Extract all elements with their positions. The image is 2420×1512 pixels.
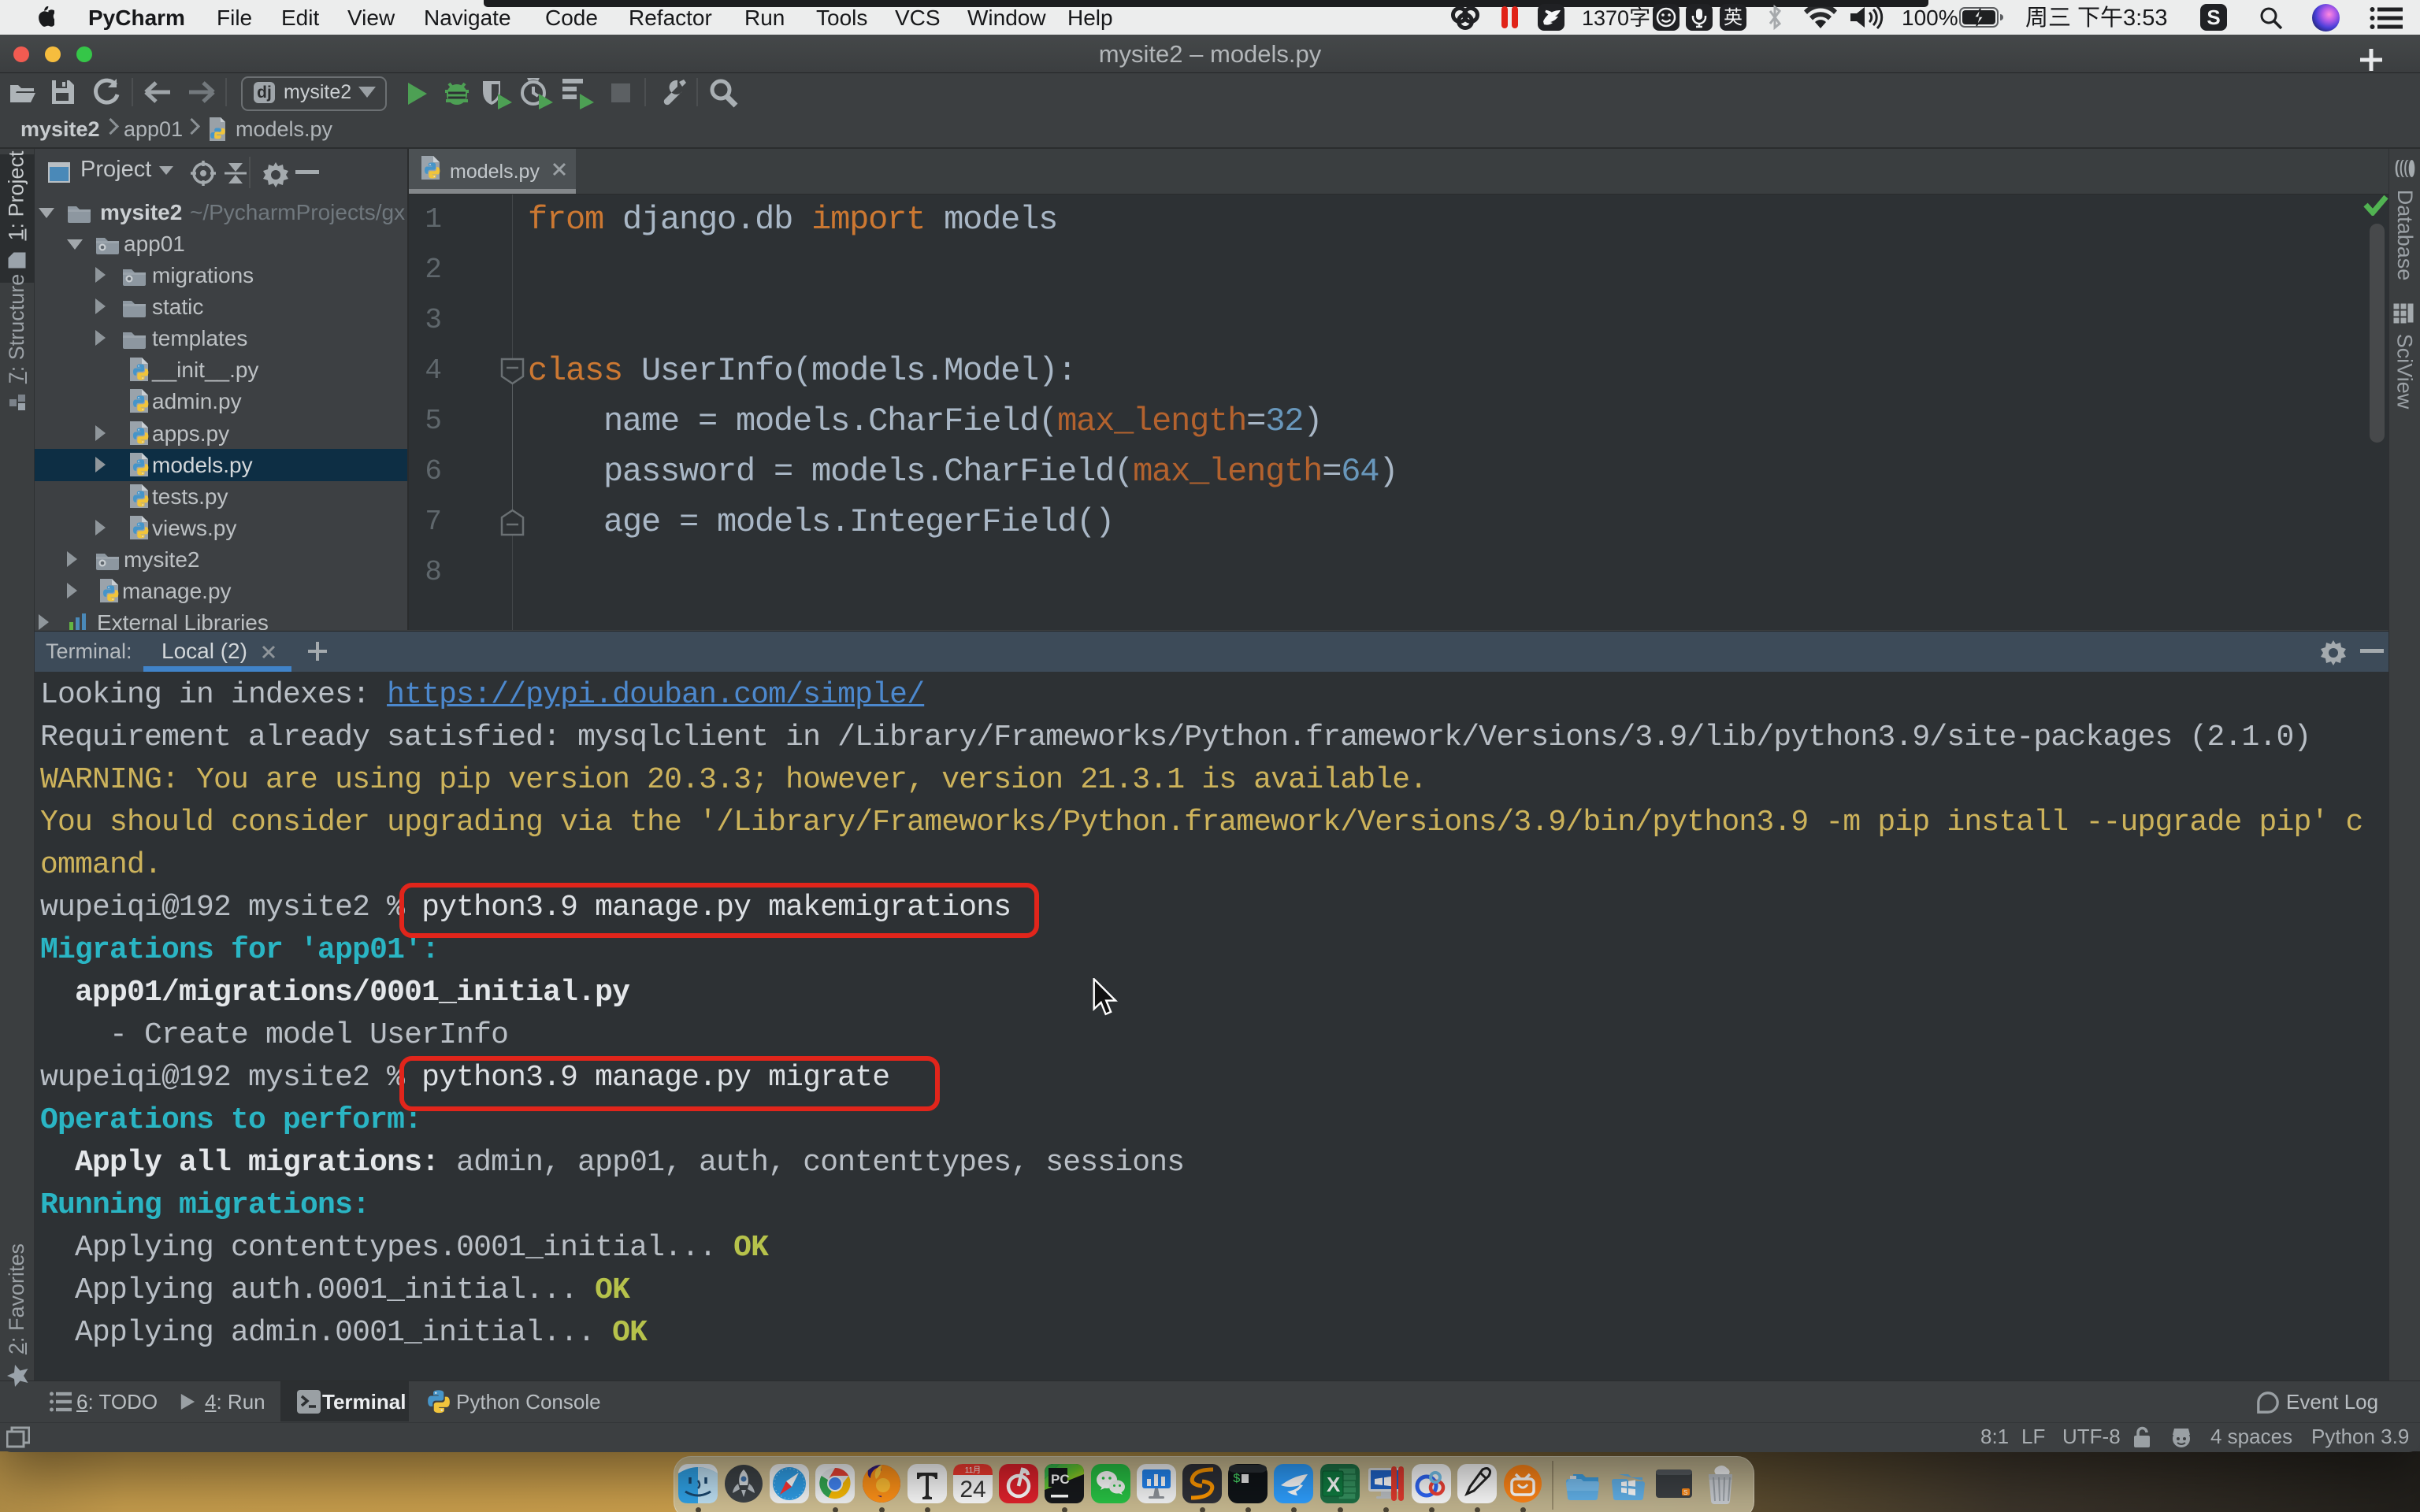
svg-text:X: X xyxy=(1327,1473,1341,1496)
svg-text:$: $ xyxy=(1233,1472,1241,1486)
svg-text:PC: PC xyxy=(1051,1472,1070,1487)
svg-text:24: 24 xyxy=(959,1477,985,1503)
svg-text:S: S xyxy=(1683,1489,1687,1496)
svg-text:11月: 11月 xyxy=(965,1466,981,1475)
